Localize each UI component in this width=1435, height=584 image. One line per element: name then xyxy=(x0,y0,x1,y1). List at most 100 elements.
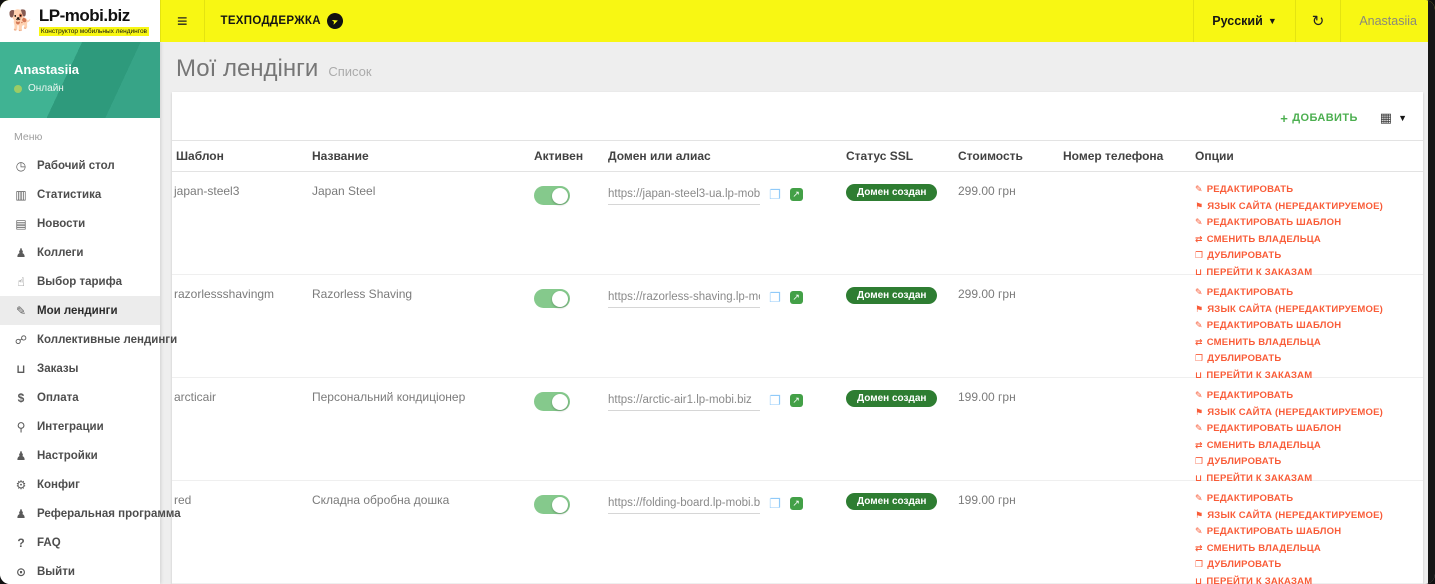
dog-logo-icon: 🐕 xyxy=(8,10,33,32)
active-toggle[interactable] xyxy=(534,495,570,514)
copy-icon[interactable]: ❐ xyxy=(769,497,781,510)
table-row: japan-steel3 Japan Steel ❐ ↗ Домен созда… xyxy=(172,172,1423,278)
option-duplicate-link[interactable]: ❐ ДУБЛИРОВАТЬ xyxy=(1195,559,1419,570)
copy-icon[interactable]: ❐ xyxy=(769,394,781,407)
domain-input[interactable] xyxy=(608,497,760,514)
brand-tagline: Конструктор мобильных лендингов xyxy=(38,27,150,36)
sidebar-item-logout[interactable]: ⊙ Выйти xyxy=(0,557,160,584)
template-cell: red xyxy=(174,493,192,507)
sidebar-item-settings[interactable]: ♟ Настройки xyxy=(0,441,160,470)
copy-icon[interactable]: ❐ xyxy=(769,291,781,304)
active-toggle[interactable] xyxy=(534,392,570,411)
option-edit-link[interactable]: ✎ РЕДАКТИРОВАТЬ xyxy=(1195,390,1419,401)
option-change-owner-link[interactable]: ⇄ СМЕНИТЬ ВЛАДЕЛЬЦА xyxy=(1195,234,1419,245)
logo[interactable]: 🐕 LP-mobi.biz Конструктор мобильных ленд… xyxy=(0,0,160,42)
external-link-icon[interactable]: ↗ xyxy=(789,188,803,201)
refresh-button[interactable]: ↻ xyxy=(1294,0,1341,42)
cart-icon: ⊔ xyxy=(16,361,26,376)
option-site-language-link[interactable]: ⚑ ЯЗЫК САЙТА (НЕРЕДАКТИРУЕМОЕ) xyxy=(1195,304,1419,315)
sidebar-item-faq[interactable]: ? FAQ xyxy=(0,528,160,557)
sidebar-item-statistics[interactable]: ▥ Статистика xyxy=(0,180,160,209)
edit-icon: ✎ xyxy=(1195,423,1203,433)
sidebar-user-name: Anastasiia xyxy=(14,62,80,77)
language-icon: ⚑ xyxy=(1195,509,1204,520)
exchange-icon: ⇄ xyxy=(1195,336,1203,347)
sidebar-item-dashboard[interactable]: ◷ Рабочий стол xyxy=(0,151,160,180)
table-header-row: Шаблон Название Активен Домен или алиас … xyxy=(172,140,1423,172)
domain-input[interactable] xyxy=(608,394,760,411)
header-price: Стоимость xyxy=(958,149,1023,163)
external-link-icon[interactable]: ↗ xyxy=(789,497,803,510)
template-cell: razorlessshavingm xyxy=(174,287,275,301)
option-site-language-link[interactable]: ⚑ ЯЗЫК САЙТА (НЕРЕДАКТИРУЕМОЕ) xyxy=(1195,510,1419,521)
option-edit-template-link[interactable]: ✎ РЕДАКТИРОВАТЬ ШАБЛОН xyxy=(1195,320,1419,331)
telegram-icon: ➤ xyxy=(324,10,346,32)
option-change-owner-link[interactable]: ⇄ СМЕНИТЬ ВЛАДЕЛЬЦА xyxy=(1195,337,1419,348)
active-toggle[interactable] xyxy=(534,289,570,308)
copy-icon[interactable]: ❐ xyxy=(769,188,781,201)
header-name: Название xyxy=(312,149,369,163)
chevron-down-icon: ▼ xyxy=(1267,16,1277,26)
page-title: Мої лендінги xyxy=(176,55,319,82)
option-edit-template-link[interactable]: ✎ РЕДАКТИРОВАТЬ ШАБЛОН xyxy=(1195,526,1419,537)
sidebar-item-news[interactable]: ▤ Новости xyxy=(0,209,160,238)
duplicate-icon: ❐ xyxy=(1195,250,1204,260)
domain-input[interactable] xyxy=(608,188,760,205)
option-change-owner-link[interactable]: ⇄ СМЕНИТЬ ВЛАДЕЛЬЦА xyxy=(1195,543,1419,554)
external-link-icon[interactable]: ↗ xyxy=(789,291,803,304)
option-site-language-link[interactable]: ⚑ ЯЗЫК САЙТА (НЕРЕДАКТИРУЕМОЕ) xyxy=(1195,201,1419,212)
edit-icon: ✎ xyxy=(1195,184,1203,194)
edit-icon: ✎ xyxy=(1195,526,1203,536)
pencil-icon: ✎ xyxy=(15,303,27,318)
table-row: arcticair Персональний кондиціонер ❐ ↗ Д… xyxy=(172,378,1423,484)
landings-card: + ДОБАВИТЬ ▦ ▼ Шаблон Название Активен Д… xyxy=(172,92,1423,584)
scrollbar[interactable] xyxy=(1428,0,1435,584)
add-button[interactable]: + ДОБАВИТЬ xyxy=(1280,111,1358,126)
option-change-owner-link[interactable]: ⇄ СМЕНИТЬ ВЛАДЕЛЬЦА xyxy=(1195,440,1419,451)
phone-cell xyxy=(1061,378,1193,489)
option-edit-template-link[interactable]: ✎ РЕДАКТИРОВАТЬ ШАБЛОН xyxy=(1195,217,1419,228)
language-icon: ⚑ xyxy=(1195,200,1204,211)
sidebar-item-my-landings[interactable]: ✎ Мои лендинги xyxy=(0,296,160,325)
ssl-status-badge: Домен создан xyxy=(846,184,938,201)
active-toggle[interactable] xyxy=(534,186,570,205)
sidebar-item-config[interactable]: ⚙ Конфиг xyxy=(0,470,160,499)
template-cell: japan-steel3 xyxy=(174,184,240,198)
language-dropdown[interactable]: Русский ▼ xyxy=(1193,0,1294,42)
external-link-icon[interactable]: ↗ xyxy=(789,394,803,407)
duplicate-icon: ❐ xyxy=(1195,559,1204,569)
sidebar-item-colleagues[interactable]: ♟ Коллеги xyxy=(0,238,160,267)
option-site-language-link[interactable]: ⚑ ЯЗЫК САЙТА (НЕРЕДАКТИРУЕМОЕ) xyxy=(1195,407,1419,418)
exchange-icon: ⇄ xyxy=(1195,233,1203,244)
plus-icon: + xyxy=(1280,110,1289,126)
option-duplicate-link[interactable]: ❐ ДУБЛИРОВАТЬ xyxy=(1195,250,1419,261)
option-duplicate-link[interactable]: ❐ ДУБЛИРОВАТЬ xyxy=(1195,353,1419,364)
chevron-down-icon: ▼ xyxy=(1398,113,1407,123)
option-edit-template-link[interactable]: ✎ РЕДАКТИРОВАТЬ ШАБЛОН xyxy=(1195,423,1419,434)
option-edit-link[interactable]: ✎ РЕДАКТИРОВАТЬ xyxy=(1195,287,1419,298)
username[interactable]: Anastasiia xyxy=(1340,0,1435,42)
sidebar-item-tariff[interactable]: ☝ Выбор тарифа xyxy=(0,267,160,296)
option-edit-link[interactable]: ✎ РЕДАКТИРОВАТЬ xyxy=(1195,493,1419,504)
table-view-selector[interactable]: ▦ ▼ xyxy=(1380,110,1407,126)
template-cell: arcticair xyxy=(174,390,217,404)
sidebar-item-collective-landings[interactable]: ☍ Коллективные лендинги xyxy=(0,325,177,354)
table-row: red Складна обробна дошка ❐ ↗ Домен созд… xyxy=(172,481,1423,584)
options-cell: ✎ РЕДАКТИРОВАТЬ ⚑ ЯЗЫК САЙТА (НЕРЕДАКТИРУЕМ… xyxy=(1193,275,1423,386)
support-label: ТЕХПОДДЕРЖКА xyxy=(220,15,321,27)
menu-toggle-button[interactable]: ≡ xyxy=(160,0,204,42)
support-button[interactable]: ТЕХПОДДЕРЖКА ➤ xyxy=(203,0,359,42)
edit-icon: ✎ xyxy=(1195,390,1203,400)
domain-input[interactable] xyxy=(608,291,760,308)
header-ssl: Статус SSL xyxy=(846,149,914,163)
option-go-to-orders-link[interactable]: ⊔ ПЕРЕЙТИ К ЗАКАЗАМ xyxy=(1195,576,1419,584)
sidebar-item-payment[interactable]: $ Оплата xyxy=(0,383,160,412)
sidebar-item-integrations[interactable]: ⚲ Интеграции xyxy=(0,412,160,441)
sidebar-item-referral[interactable]: ♟ Реферальная программа xyxy=(0,499,181,528)
sidebar-item-orders[interactable]: ⊔ Заказы xyxy=(0,354,160,383)
language-icon: ⚑ xyxy=(1195,406,1204,417)
sidebar-user-panel: Anastasiia Онлайн xyxy=(0,42,160,118)
option-duplicate-link[interactable]: ❐ ДУБЛИРОВАТЬ xyxy=(1195,456,1419,467)
language-label: Русский xyxy=(1212,14,1263,28)
option-edit-link[interactable]: ✎ РЕДАКТИРОВАТЬ xyxy=(1195,184,1419,195)
